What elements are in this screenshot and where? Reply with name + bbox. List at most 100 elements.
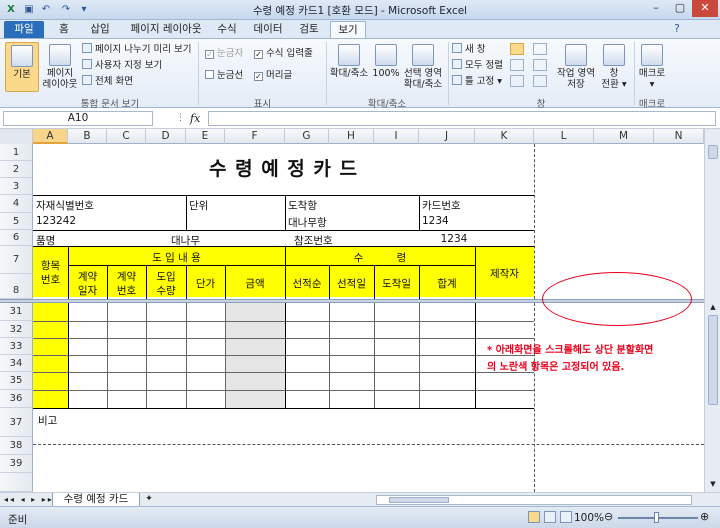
select-all-corner[interactable] (0, 129, 33, 144)
zoom-label: 확대/축소 (329, 68, 369, 79)
vertical-scrollbar[interactable]: ▲ ▼ (704, 129, 720, 492)
save-workspace-button[interactable]: 작업 영역 저장 (554, 44, 598, 90)
horizontal-scroll-thumb[interactable] (389, 497, 449, 503)
tab-page-layout[interactable]: 페이지 레이아웃 (122, 21, 210, 39)
column-header-d[interactable]: D (146, 129, 186, 144)
column-header-c[interactable]: C (107, 129, 146, 144)
status-ready: 준비 (8, 514, 28, 526)
column-header-b[interactable]: B (68, 129, 107, 144)
scroll-up-arrow-icon[interactable]: ▲ (708, 302, 718, 312)
minimize-button[interactable]: – (644, 0, 668, 17)
column-header-h[interactable]: H (329, 129, 374, 144)
help-icon[interactable]: ? (670, 21, 684, 39)
receipt-header: 수 령 (353, 252, 407, 264)
row-header-5[interactable]: 5 (0, 213, 33, 230)
maximize-button[interactable]: ▢ (668, 0, 692, 17)
sync-scroll-button[interactable] (533, 59, 547, 71)
row-header-37[interactable]: 37 (0, 408, 33, 437)
column-header-e[interactable]: E (186, 129, 225, 144)
border-line (33, 230, 534, 231)
sheet-navigation-arrows-icon[interactable]: ◂◂ ◂ ▸ ▸▸ (4, 493, 54, 506)
column-header-i[interactable]: I (374, 129, 419, 144)
scroll-down-arrow-icon[interactable]: ▼ (708, 479, 718, 489)
arrange-all-button[interactable]: 모두 정렬 (452, 59, 503, 71)
scroll-thumb-top-pane[interactable] (708, 145, 718, 159)
headings-checkbox[interactable]: ✓ 머리글 (254, 70, 292, 81)
row-header-36[interactable]: 36 (0, 390, 33, 408)
gridlines-checkbox[interactable]: 눈금선 (205, 70, 243, 81)
zoom-level[interactable]: 100% (574, 512, 604, 524)
full-screen-button[interactable]: 전체 화면 (82, 75, 133, 87)
row-header-2[interactable]: 2 (0, 161, 33, 178)
zoom-slider-handle[interactable] (654, 512, 659, 523)
normal-view-button[interactable]: 기본 (5, 42, 39, 92)
row-header-6[interactable]: 6 (0, 230, 33, 246)
tab-view[interactable]: 보기 (330, 21, 366, 39)
row-header-8[interactable]: 8 (0, 274, 33, 299)
horizontal-scrollbar[interactable] (376, 495, 692, 505)
hide-window-button[interactable] (510, 59, 524, 71)
split-button[interactable] (510, 43, 524, 55)
page-break-status-icon[interactable] (560, 511, 572, 523)
row-header-1[interactable]: 1 (0, 144, 33, 161)
tab-insert[interactable]: 삽입 (84, 21, 116, 39)
zoom-to-selection-button[interactable]: 선택 영역 확대/축소 (402, 44, 444, 90)
switch-windows-button[interactable]: 창 전환 ▾ (598, 44, 630, 90)
ribbon: 기본 페이지 레이아웃 페이지 나누기 미리 보기 사용자 지정 보기 전체 화… (0, 38, 720, 110)
unhide-window-button[interactable] (510, 75, 524, 87)
zoom-100-button[interactable]: 100% (372, 44, 400, 79)
tab-home[interactable]: 홈 (50, 21, 78, 39)
row-header-38[interactable]: 38 (0, 437, 33, 455)
tab-data[interactable]: 데이터 (248, 21, 288, 39)
tab-formulas[interactable]: 수식 (212, 21, 242, 39)
intro-quantity-header-1: 도입 (156, 271, 176, 283)
reset-window-button[interactable] (533, 75, 547, 87)
ruler-checkbox[interactable]: ✓ 눈금자 (205, 48, 243, 59)
zoom-in-icon[interactable]: ⊕ (700, 510, 709, 523)
page-layout-view-button[interactable]: 페이지 레이아웃 (42, 44, 78, 90)
custom-views-button[interactable]: 사용자 지정 보기 (82, 59, 162, 71)
new-window-button[interactable]: 새 창 (452, 43, 486, 55)
column-header-a[interactable]: A (33, 129, 68, 144)
destination-value: 대나무항 (288, 217, 327, 229)
column-header-m[interactable]: M (594, 129, 654, 144)
insert-sheet-icon[interactable]: ✦ (142, 493, 156, 506)
formula-input[interactable] (208, 111, 716, 126)
view-side-by-side-button[interactable] (533, 43, 547, 55)
row-header-34[interactable]: 34 (0, 355, 33, 372)
freeze-panes-button[interactable]: 틀 고정 ▾ (452, 75, 502, 87)
note-line-2: 의 노란색 항목은 고정되어 있음. (487, 362, 625, 373)
border-line (374, 303, 375, 408)
row-header-4[interactable]: 4 (0, 195, 33, 213)
row-header-39[interactable]: 39 (0, 455, 33, 473)
row-header-33[interactable]: 33 (0, 338, 33, 355)
gridlines-label: 눈금선 (217, 70, 244, 81)
scroll-thumb-bottom-pane[interactable] (708, 315, 718, 405)
column-header-f[interactable]: F (225, 129, 285, 144)
border-line (186, 303, 187, 408)
tab-file[interactable]: 파일 (4, 21, 44, 39)
formula-bar-checkbox[interactable]: ✓ 수식 입력줄 (254, 48, 313, 59)
macros-button[interactable]: 매크로 ▾ (636, 44, 668, 90)
page-break-preview-button[interactable]: 페이지 나누기 미리 보기 (82, 43, 191, 55)
column-header-k[interactable]: K (475, 129, 534, 144)
row-header-3[interactable]: 3 (0, 178, 33, 195)
column-header-j[interactable]: J (419, 129, 475, 144)
zoom-button[interactable]: 확대/축소 (328, 44, 370, 79)
row-header-40[interactable] (0, 473, 33, 492)
page-layout-status-icon[interactable] (544, 511, 556, 523)
column-header-n[interactable]: N (654, 129, 704, 144)
column-header-l[interactable]: L (534, 129, 594, 144)
tab-review[interactable]: 검토 (294, 21, 324, 39)
normal-view-status-icon[interactable] (528, 511, 540, 523)
name-box[interactable]: A10 (3, 111, 153, 126)
close-button[interactable]: ✕ (692, 0, 718, 17)
row-header-31[interactable]: 31 (0, 303, 33, 321)
sheet-tab-active[interactable]: 수령 예정 카드 (52, 493, 140, 507)
zoom-out-icon[interactable]: ⊖ (604, 510, 613, 523)
insert-function-icon[interactable]: fx (190, 112, 200, 125)
row-header-35[interactable]: 35 (0, 372, 33, 390)
column-header-g[interactable]: G (285, 129, 329, 144)
row-header-32[interactable]: 32 (0, 321, 33, 338)
row-header-7[interactable]: 7 (0, 246, 33, 274)
